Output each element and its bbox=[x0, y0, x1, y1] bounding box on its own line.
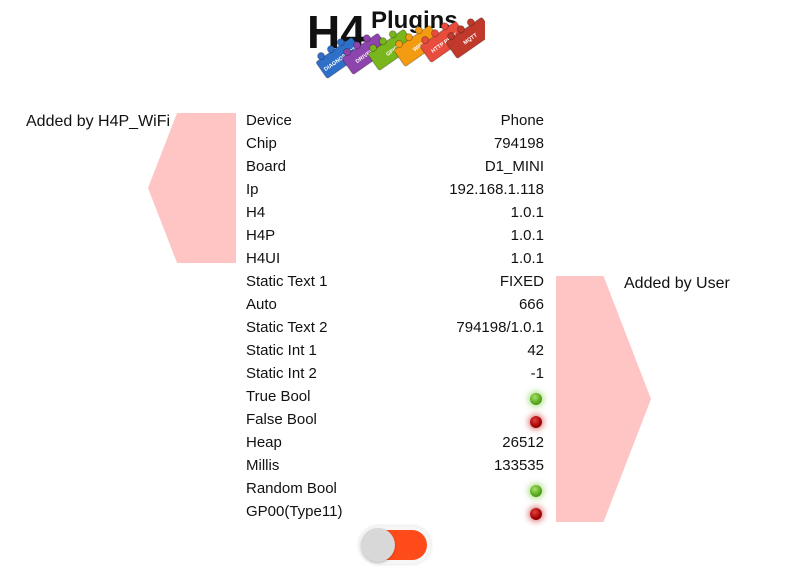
row-value: 42 bbox=[527, 342, 544, 359]
table-row: Static Int 2 -1 bbox=[246, 362, 544, 385]
status-table: Device Phone Chip 794198 Board D1_MINI Ip 192.1… bbox=[246, 109, 544, 523]
row-value: Phone bbox=[500, 112, 544, 129]
row-label: Static Text 2 bbox=[246, 319, 328, 336]
row-value: -1 bbox=[530, 365, 544, 382]
table-row: Static Int 1 42 bbox=[246, 339, 544, 362]
led-on-icon bbox=[530, 484, 542, 497]
table-row: Static Text 2 794198/1.0.1 bbox=[246, 316, 544, 339]
table-row: Auto 666 bbox=[246, 293, 544, 316]
table-row: Heap 26512 bbox=[246, 431, 544, 454]
row-value: 1.0.1 bbox=[510, 250, 544, 267]
row-label: Static Int 2 bbox=[246, 365, 317, 382]
table-row: True Bool bbox=[246, 385, 544, 408]
row-label: H4 bbox=[246, 204, 266, 221]
row-value: 1.0.1 bbox=[510, 204, 544, 221]
toggle-knob[interactable] bbox=[361, 528, 395, 562]
annotation-wifi: Added by H4P_WiFi bbox=[26, 113, 171, 130]
row-label: Device bbox=[246, 112, 292, 129]
row-label: Auto bbox=[246, 296, 277, 313]
table-row: Static Text 1 FIXED bbox=[246, 270, 544, 293]
table-row: H4UI 1.0.1 bbox=[246, 247, 544, 270]
row-label: Static Int 1 bbox=[246, 342, 317, 359]
row-label: Millis bbox=[246, 457, 280, 474]
row-value: 794198/1.0.1 bbox=[456, 319, 544, 336]
row-label: H4P bbox=[246, 227, 276, 244]
row-value: 26512 bbox=[502, 434, 544, 451]
row-label: Ip bbox=[246, 181, 259, 198]
row-label: Heap bbox=[246, 434, 282, 451]
row-label: Random Bool bbox=[246, 480, 337, 497]
led-on-icon bbox=[530, 392, 542, 405]
toggle-switch[interactable] bbox=[359, 526, 431, 564]
table-row: Board D1_MINI bbox=[246, 155, 544, 178]
table-row: H4P 1.0.1 bbox=[246, 224, 544, 247]
row-value: FIXED bbox=[499, 273, 544, 290]
row-value: 794198 bbox=[493, 135, 544, 152]
row-label: GP00(Type11) bbox=[246, 503, 343, 520]
row-value: D1_MINI bbox=[484, 158, 544, 175]
table-row: Random Bool bbox=[246, 477, 544, 500]
led-off-icon bbox=[530, 415, 542, 428]
table-row: Device Phone bbox=[246, 109, 544, 132]
row-label: False Bool bbox=[246, 411, 317, 428]
table-row: Chip 794198 bbox=[246, 132, 544, 155]
arrow-left-indicator bbox=[148, 113, 236, 263]
table-row: Millis 133535 bbox=[246, 454, 544, 477]
row-label: True Bool bbox=[246, 388, 311, 405]
h4plugins-logo: H4 Plugins DIAGNOSTICS DRIVERS GPIO WiFi HTT… bbox=[305, 4, 485, 98]
table-row: H4 1.0.1 bbox=[246, 201, 544, 224]
table-row: GP00(Type11) bbox=[246, 500, 544, 523]
row-label: Board bbox=[246, 158, 287, 175]
led-off-icon bbox=[530, 507, 542, 520]
row-value: 666 bbox=[518, 296, 544, 313]
row-value: 1.0.1 bbox=[510, 227, 544, 244]
row-value: 192.168.1.118 bbox=[449, 181, 544, 198]
arrow-right-indicator bbox=[556, 276, 651, 522]
table-row: False Bool bbox=[246, 408, 544, 431]
annotation-user: Added by User bbox=[624, 275, 730, 292]
row-value: 133535 bbox=[493, 457, 544, 474]
row-label: H4UI bbox=[246, 250, 281, 267]
row-label: Chip bbox=[246, 135, 277, 152]
table-row: Ip 192.168.1.118 bbox=[246, 178, 544, 201]
row-label: Static Text 1 bbox=[246, 273, 328, 290]
